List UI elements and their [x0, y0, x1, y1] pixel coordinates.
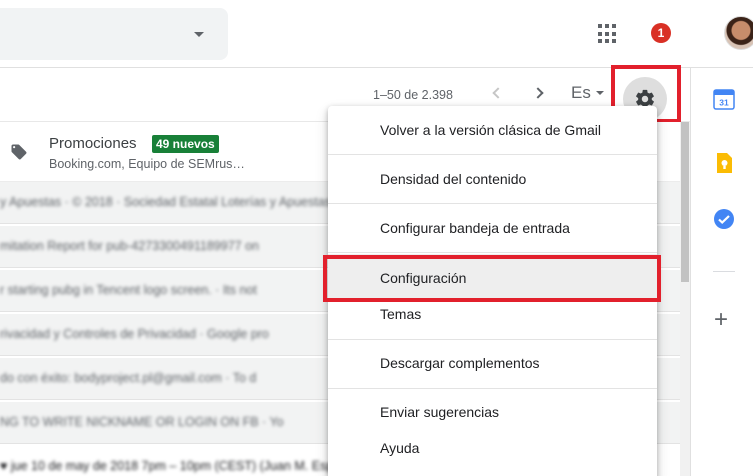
keep-icon[interactable]	[713, 152, 735, 174]
side-panel: 31 +	[690, 68, 753, 476]
email-snippet: rivacidad y Controles de Privacidad · Go…	[0, 327, 269, 341]
chevron-left-icon[interactable]	[492, 87, 504, 99]
menu-item-help[interactable]: Ayuda	[328, 424, 657, 472]
chevron-right-icon[interactable]	[532, 87, 544, 99]
notification-badge[interactable]: 1	[651, 23, 671, 43]
input-language-button[interactable]: Es	[571, 83, 591, 103]
chevron-down-icon[interactable]	[194, 32, 204, 37]
promotions-senders: Booking.com, Equipo de SEMrus…	[49, 157, 245, 171]
scrollbar-thumb[interactable]	[681, 122, 689, 282]
settings-item-highlight-box	[323, 255, 661, 302]
new-count-badge: 49 nuevos	[152, 135, 219, 153]
email-snippet: do con éxito: bodyproject.pl@gmail.com ·…	[0, 371, 257, 385]
menu-item-classic-gmail[interactable]: Volver a la versión clásica de Gmail	[328, 106, 657, 154]
email-snippet: r starting pubg in Tencent logo screen. …	[0, 283, 257, 297]
calendar-day: 31	[719, 98, 729, 108]
user-avatar[interactable]	[724, 16, 753, 50]
menu-item-configure-inbox[interactable]: Configurar bandeja de entrada	[328, 204, 657, 252]
search-bar[interactable]	[0, 8, 228, 60]
menu-item-density[interactable]: Densidad del contenido	[328, 155, 657, 203]
tasks-icon[interactable]	[713, 208, 735, 230]
chevron-down-icon[interactable]	[596, 91, 604, 95]
plus-icon[interactable]: +	[714, 308, 728, 332]
menu-divider	[328, 252, 657, 253]
promotions-title: Promociones	[49, 135, 137, 152]
email-snippet: mitation Report for pub-4273300491189977…	[0, 239, 259, 253]
top-header: 1	[0, 0, 753, 68]
list-scrollbar[interactable]	[680, 122, 690, 476]
menu-item-addons[interactable]: Descargar complementos	[328, 339, 657, 387]
pagination-label: 1–50 de 2.398	[373, 88, 453, 102]
label-tag-icon	[11, 144, 27, 160]
side-divider	[713, 271, 735, 272]
email-snippet: NG TO WRITE NICKNAME OR LOGIN ON FB · Yo	[0, 415, 284, 429]
apps-grid-icon[interactable]	[598, 24, 618, 44]
calendar-icon[interactable]: 31	[713, 88, 735, 110]
